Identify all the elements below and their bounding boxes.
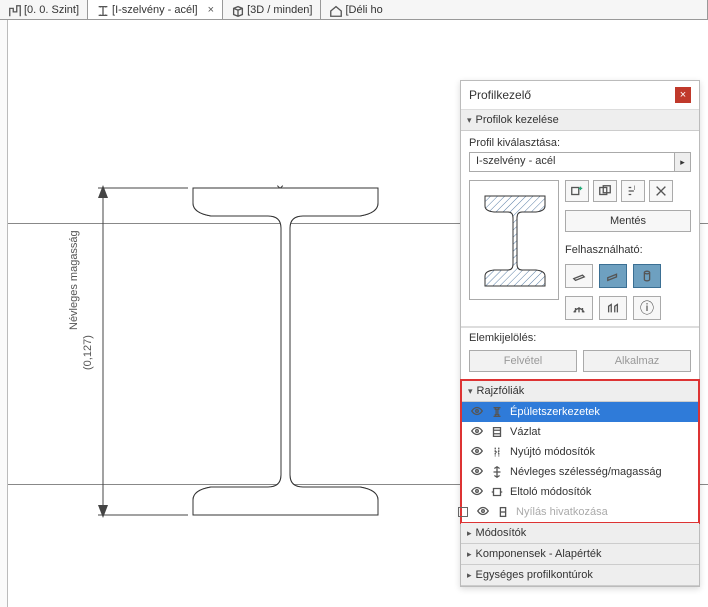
elem-select-label: Elemkijelölés:	[461, 327, 699, 346]
new-profile-button[interactable]	[565, 180, 589, 202]
floorplan-icon	[8, 4, 20, 16]
layer-label: Névleges szélesség/magasság	[510, 466, 662, 478]
panel-title: Profilkezelő	[469, 88, 531, 102]
section-contours[interactable]: Egységes profilkontúrok	[461, 565, 699, 586]
layer-stretch[interactable]: Nyújtó módosítók	[462, 442, 698, 462]
profile-manager-panel: Profilkezelő × Profilok kezelése Profil …	[460, 80, 700, 587]
chevron-right-icon: ▸	[674, 153, 690, 171]
tab-elevation[interactable]: [Déli ho	[321, 0, 708, 19]
tab-label: [Déli ho	[345, 4, 382, 16]
usable-column[interactable]	[633, 264, 661, 288]
usable-label: Felhasználható:	[565, 244, 691, 256]
profile-select-label: Profil kiválasztása:	[469, 137, 691, 149]
layer-building[interactable]: Épületszerkezetek	[462, 402, 698, 422]
eye-off-icon[interactable]	[476, 504, 490, 521]
section-manage-profiles[interactable]: Profilok kezelése	[461, 110, 699, 131]
save-button[interactable]: Mentés	[565, 210, 691, 232]
profile-select[interactable]: I-szelvény - acél ▸	[469, 152, 691, 172]
svg-text:I: I	[634, 185, 636, 192]
layer-dimensions[interactable]: Névleges szélesség/magasság	[462, 462, 698, 482]
layers-highlight-box: Rajzfóliák Épületszerkezetek Vázlat	[460, 379, 700, 524]
offset-icon	[490, 485, 504, 499]
layer-opening[interactable]: Nyílás hivatkozása	[462, 502, 698, 522]
rename-profile-button[interactable]: I	[621, 180, 645, 202]
layer-sketch[interactable]: Vázlat	[462, 422, 698, 442]
stretch-icon	[490, 445, 504, 459]
layer-label: Vázlat	[510, 426, 541, 438]
usable-rail[interactable]	[565, 296, 593, 320]
layer-offset[interactable]: Eltoló módosítók	[462, 482, 698, 502]
apply-button[interactable]: Alkalmaz	[583, 350, 691, 372]
tab-level-0[interactable]: [0. 0. Szint]	[0, 0, 88, 19]
tab-3d[interactable]: [3D / minden]	[223, 0, 321, 19]
tab-label: [I-szelvény - acél]	[112, 4, 198, 16]
vertical-ruler	[0, 20, 8, 607]
layer-label: Nyílás hivatkozása	[516, 506, 608, 518]
layer-label: Eltoló módosítók	[510, 486, 591, 498]
usable-row-1	[565, 264, 691, 288]
tab-label: [0. 0. Szint]	[24, 4, 79, 16]
layer-checkbox[interactable]	[458, 507, 468, 517]
panel-close-button[interactable]: ×	[675, 87, 691, 103]
sketch-icon	[490, 425, 504, 439]
tab-profile[interactable]: [I-szelvény - acél] ×	[88, 0, 223, 19]
eye-icon[interactable]	[470, 444, 484, 461]
usable-row-2: ⓘ	[565, 296, 691, 320]
duplicate-profile-button[interactable]	[593, 180, 617, 202]
delete-profile-button[interactable]	[649, 180, 673, 202]
beam-profile-icon	[490, 405, 504, 419]
usable-beam[interactable]	[599, 264, 627, 288]
usable-wall[interactable]	[565, 264, 593, 288]
section-components[interactable]: Komponensek - Alapérték	[461, 544, 699, 565]
section-layers[interactable]: Rajzfóliák	[462, 381, 698, 402]
cube-icon	[231, 4, 243, 16]
close-icon[interactable]: ×	[208, 4, 214, 16]
layer-label: Nyújtó módosítók	[510, 446, 595, 458]
profile-preview	[469, 180, 559, 300]
dimension-icon	[490, 465, 504, 479]
usable-info[interactable]: ⓘ	[633, 296, 661, 320]
eye-icon[interactable]	[470, 424, 484, 441]
layer-label: Épületszerkezetek	[510, 406, 600, 418]
house-icon	[329, 4, 341, 16]
ibeam-icon	[96, 4, 108, 16]
eye-icon[interactable]	[470, 464, 484, 481]
tab-label: [3D / minden]	[247, 4, 312, 16]
opening-icon	[496, 505, 510, 519]
usable-other[interactable]	[599, 296, 627, 320]
eye-icon[interactable]	[470, 484, 484, 501]
pick-button[interactable]: Felvétel	[469, 350, 577, 372]
tab-bar: [0. 0. Szint] [I-szelvény - acél] × [3D …	[0, 0, 708, 20]
eye-icon[interactable]	[470, 404, 484, 421]
ibeam-drawing	[8, 20, 468, 607]
section-modifiers[interactable]: Módosítók	[461, 523, 699, 544]
